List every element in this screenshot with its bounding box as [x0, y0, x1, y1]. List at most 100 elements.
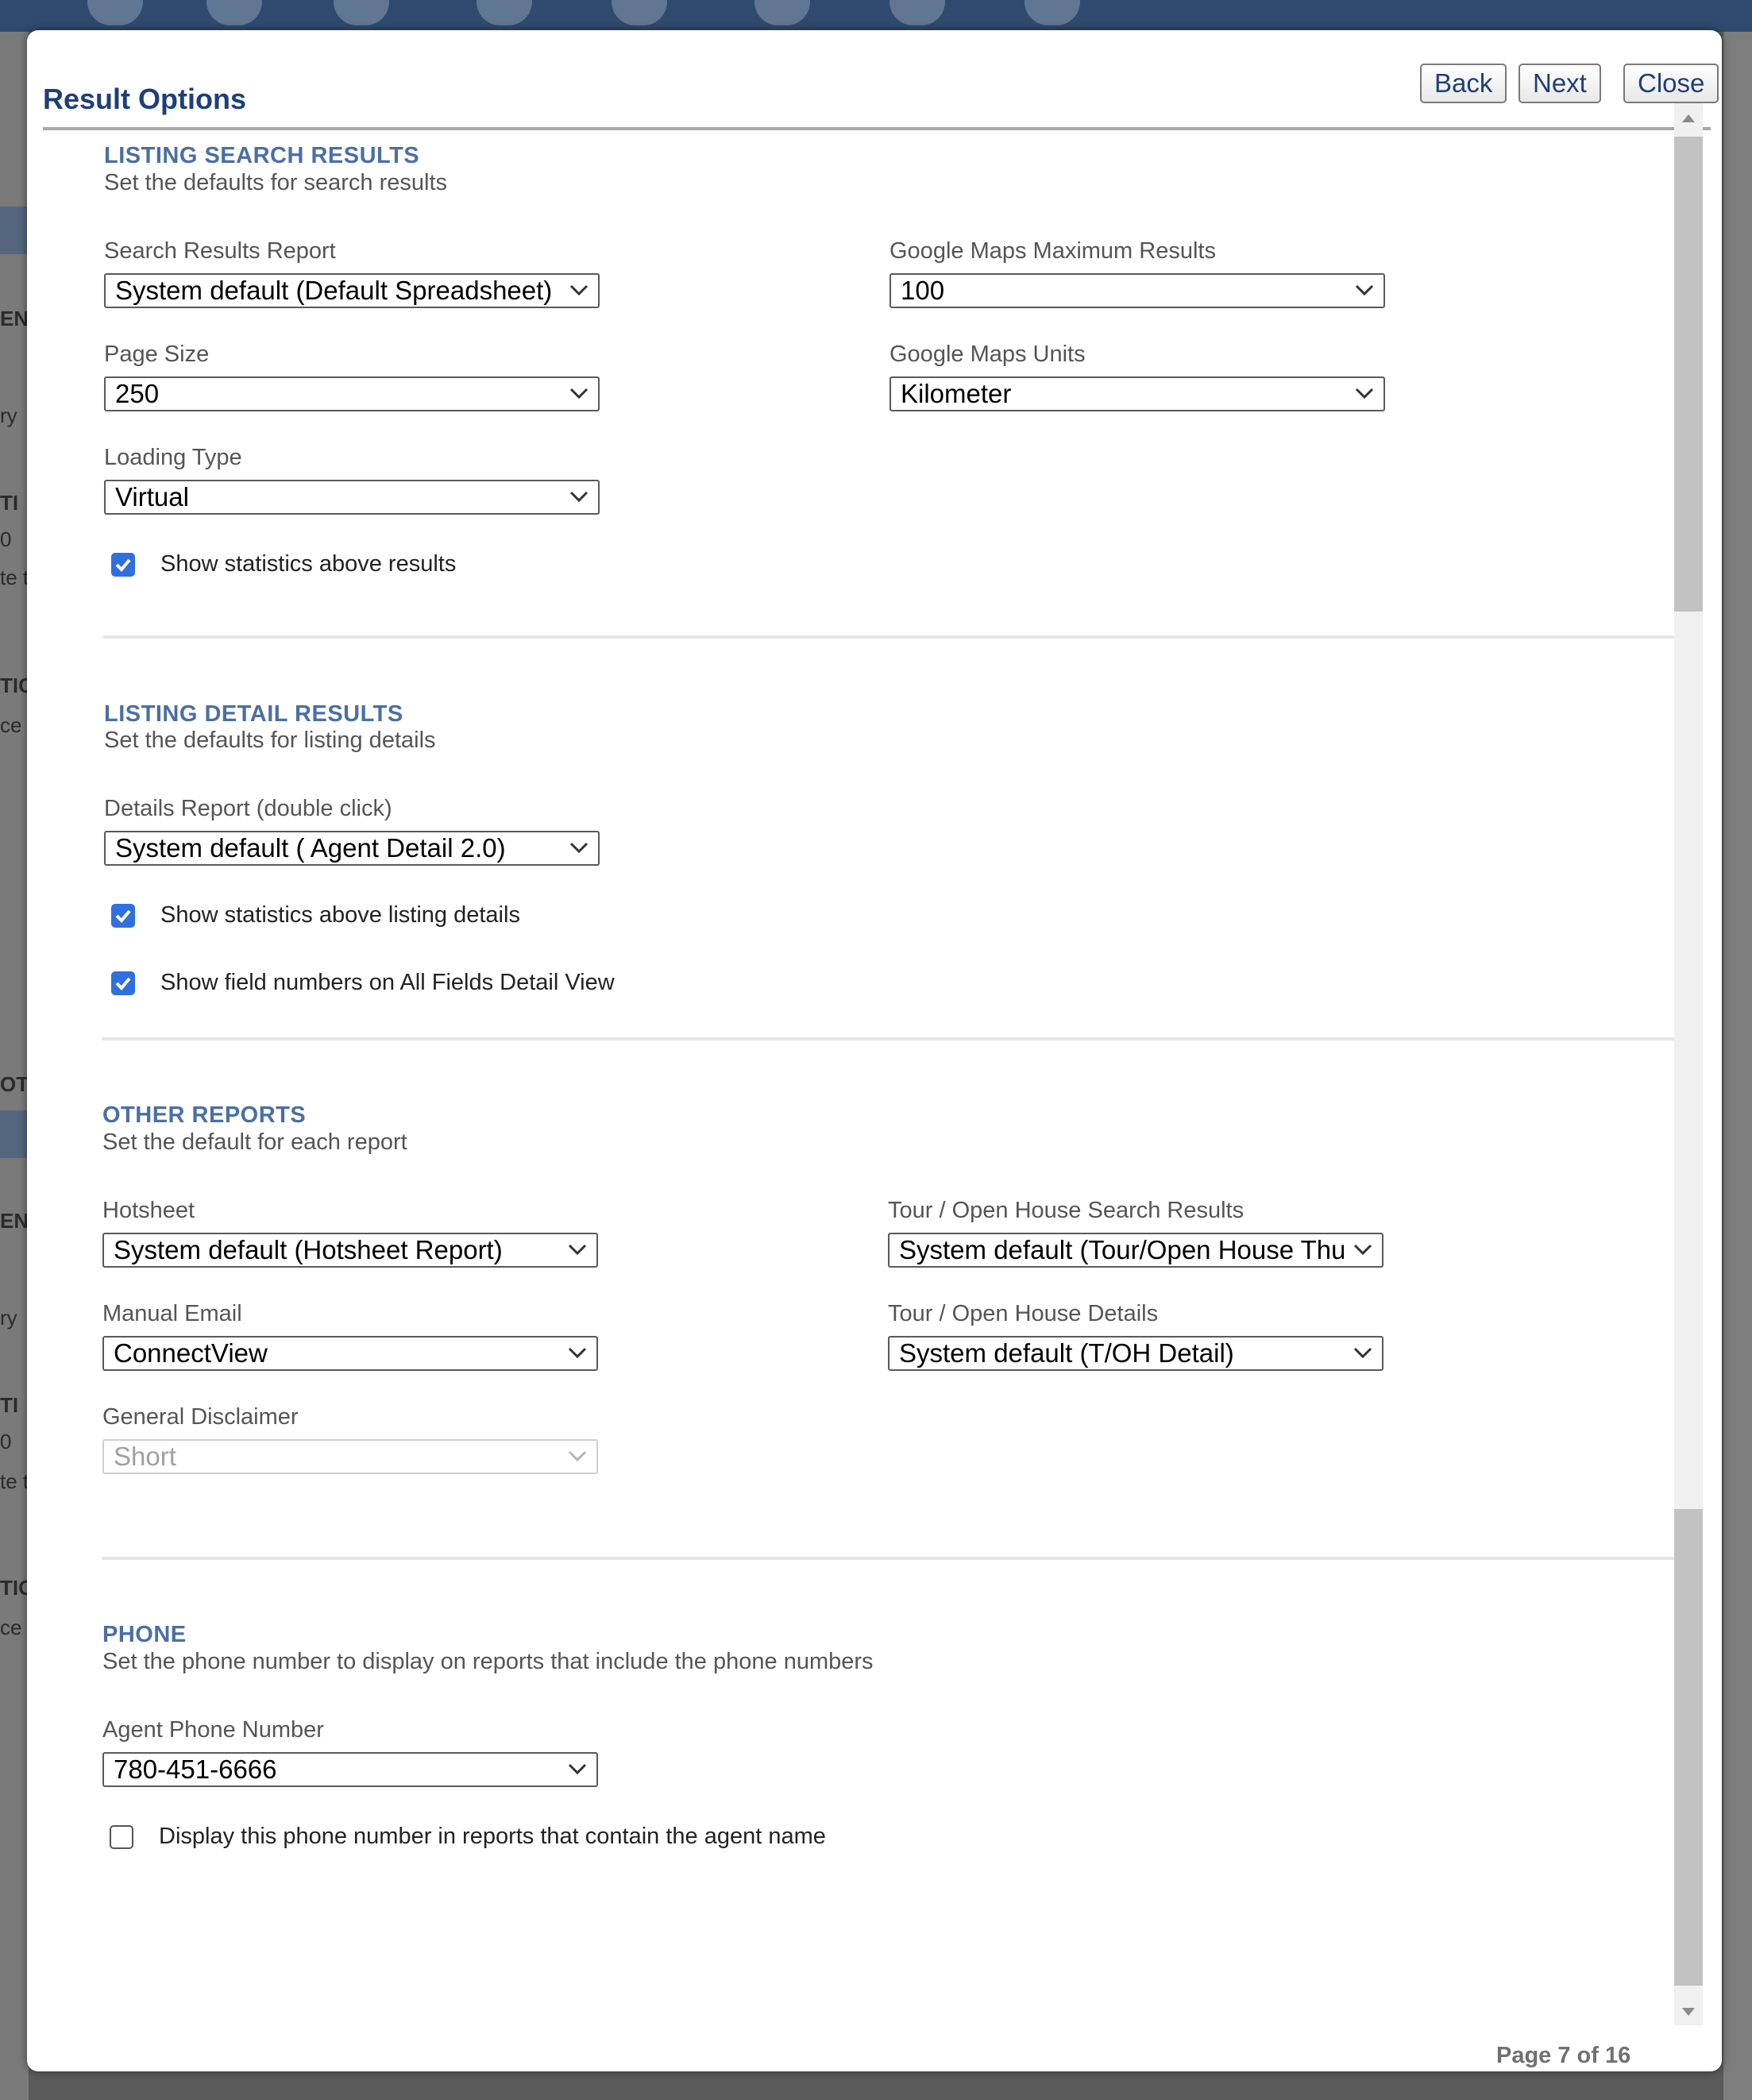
section-title-phone: PHONE: [102, 1622, 187, 1647]
toolbar-app-icon: [1025, 0, 1080, 25]
display-phone-option[interactable]: Display this phone number in reports tha…: [110, 1824, 826, 1850]
tour-details-label: Tour / Open House Details: [888, 1301, 1159, 1326]
chevron-down-icon: [569, 842, 589, 854]
background-text: TIO: [0, 1576, 27, 1600]
manual-email-select[interactable]: ConnectView: [102, 1336, 598, 1371]
background-text: te t: [0, 566, 27, 589]
details-report-select[interactable]: System default ( Agent Detail 2.0): [104, 831, 600, 866]
select-value: 780-451-6666: [114, 1755, 277, 1784]
chevron-down-icon: [1355, 388, 1374, 400]
result-options-dialog: Result Options Back Next Close LISTING S…: [27, 30, 1722, 2071]
background-text: ce E: [0, 713, 27, 737]
chevron-down-icon: [1355, 284, 1374, 296]
general-disclaimer-label: General Disclaimer: [102, 1404, 299, 1430]
scroll-up-icon[interactable]: [1682, 114, 1695, 122]
background-text: te t: [0, 1469, 27, 1493]
checkmark-icon: [115, 558, 131, 572]
checkmark-icon: [115, 977, 131, 990]
background-text: ce E: [0, 1616, 27, 1639]
checkbox-label: Show statistics above listing details: [160, 902, 520, 928]
toolbar-app-icon: [477, 0, 532, 25]
section-divider: [103, 635, 1674, 639]
tour-details-select[interactable]: System default (T/OH Detail): [888, 1336, 1383, 1371]
search-results-report-label: Search Results Report: [104, 238, 336, 264]
toolbar-app-icon: [87, 0, 143, 25]
google-maps-units-select[interactable]: Kilometer: [890, 376, 1385, 411]
agent-phone-select[interactable]: 780-451-6666: [102, 1752, 598, 1787]
page-size-label: Page Size: [104, 342, 210, 367]
section-divider: [102, 1557, 1674, 1560]
toolbar-app-icon: [754, 0, 810, 25]
select-value: Virtual: [115, 482, 189, 511]
select-value: ConnectView: [114, 1338, 268, 1368]
scrollbar-thumb[interactable]: [1674, 1509, 1703, 1986]
loading-type-label: Loading Type: [104, 445, 242, 470]
loading-type-select[interactable]: Virtual: [104, 480, 600, 515]
general-disclaimer-select: Short: [102, 1439, 598, 1474]
checkbox[interactable]: [111, 903, 135, 928]
show-stats-details-option[interactable]: Show statistics above listing details: [111, 902, 520, 928]
google-maps-max-label: Google Maps Maximum Results: [890, 238, 1216, 264]
agent-phone-label: Agent Phone Number: [102, 1717, 324, 1743]
background-bar: [0, 207, 29, 254]
scroll-down-icon[interactable]: [1682, 2008, 1695, 2016]
chevron-down-icon: [568, 1763, 587, 1775]
checkbox[interactable]: [111, 971, 135, 995]
background-panel-right: [1723, 32, 1752, 2100]
show-field-numbers-option[interactable]: Show field numbers on All Fields Detail …: [111, 970, 615, 996]
background-text: EN: [0, 1209, 27, 1233]
page-indicator: Page 7 of 16: [1496, 2043, 1631, 2068]
toolbar-app-icon: [890, 0, 945, 25]
section-subtitle-listing-search: Set the defaults for search results: [104, 170, 447, 195]
checkbox-label: Show statistics above results: [160, 551, 457, 577]
background-toolbar: [0, 0, 1752, 32]
section-subtitle-phone: Set the phone number to display on repor…: [102, 1649, 874, 1674]
scrollbar-thumb[interactable]: [1674, 137, 1703, 612]
tour-search-label: Tour / Open House Search Results: [888, 1198, 1245, 1223]
chevron-down-icon: [568, 1244, 587, 1256]
chevron-down-icon: [569, 388, 589, 400]
toolbar-app-icon: [334, 0, 389, 25]
google-maps-units-label: Google Maps Units: [890, 342, 1086, 367]
select-value: System default (Default Spreadsheet): [115, 276, 553, 305]
background-text: 0: [0, 1430, 12, 1453]
show-stats-results-option[interactable]: Show statistics above results: [111, 551, 456, 577]
chevron-down-icon: [568, 1450, 587, 1462]
select-value: 100: [901, 276, 945, 305]
hotsheet-select[interactable]: System default (Hotsheet Report): [102, 1233, 598, 1268]
dialog-body: LISTING SEARCH RESULTS Set the defaults …: [27, 30, 1722, 2071]
section-title-listing-detail: LISTING DETAIL RESULTS: [104, 701, 403, 727]
select-value: System default ( Agent Detail 2.0): [115, 833, 506, 863]
section-subtitle-other-reports: Set the default for each report: [102, 1129, 407, 1155]
background-text: ry: [0, 1306, 17, 1330]
manual-email-label: Manual Email: [102, 1301, 242, 1326]
chevron-down-icon: [569, 284, 589, 296]
checkbox[interactable]: [111, 552, 135, 577]
background-text: TI: [0, 491, 19, 515]
tour-search-select[interactable]: System default (Tour/Open House Thu: [888, 1233, 1383, 1268]
select-value: Short: [114, 1442, 176, 1471]
chevron-down-icon: [1353, 1244, 1372, 1256]
section-title-listing-search: LISTING SEARCH RESULTS: [104, 143, 420, 168]
checkbox[interactable]: [110, 1824, 133, 1849]
background-text: OTI: [0, 1072, 27, 1096]
background-text: 0: [0, 527, 12, 551]
select-value: System default (T/OH Detail): [899, 1338, 1234, 1368]
chevron-down-icon: [1353, 1347, 1372, 1359]
section-divider: [102, 1037, 1674, 1040]
search-results-report-select[interactable]: System default (Default Spreadsheet): [104, 273, 600, 308]
select-value: 250: [115, 379, 160, 408]
toolbar-app-icon: [612, 0, 667, 25]
hotsheet-label: Hotsheet: [102, 1198, 195, 1223]
google-maps-max-select[interactable]: 100: [890, 273, 1385, 308]
background-bar: [0, 1110, 29, 1158]
page-size-select[interactable]: 250: [104, 376, 600, 411]
scrollbar[interactable]: [1674, 103, 1703, 2025]
background-text: ry: [0, 403, 17, 427]
toolbar-app-icon: [206, 0, 262, 25]
details-report-label: Details Report (double click): [104, 796, 392, 821]
background-text: TI: [0, 1393, 19, 1417]
chevron-down-icon: [568, 1347, 587, 1359]
chevron-down-icon: [569, 491, 589, 503]
checkmark-icon: [115, 909, 131, 923]
